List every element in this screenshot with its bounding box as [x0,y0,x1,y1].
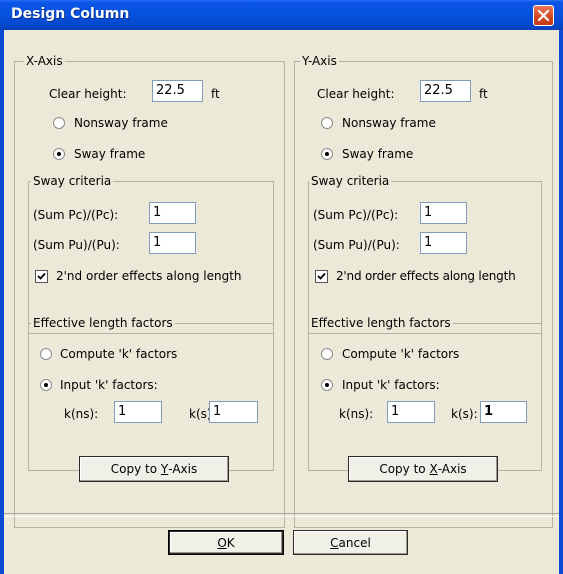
x-clear-height-input[interactable]: 22.5 [152,80,203,102]
copy-to-y-axis-button[interactable]: Copy to Y-Axis [79,456,229,482]
x-sum-pu-label: (Sum Pu)/(Pu): [33,238,120,252]
x-sway-criteria-label: Sway criteria [31,174,114,188]
y-kns-input[interactable]: 1 [387,401,435,423]
x-sway-label[interactable]: Sway frame [74,147,145,161]
x-clear-height-label: Clear height: [49,87,127,101]
y-sum-pc-input[interactable]: 1 [420,202,467,224]
x-nonsway-radio[interactable] [53,117,65,129]
ok-button[interactable]: OK [168,530,284,555]
cancel-button[interactable]: Cancel [293,530,408,555]
x-kns-label: k(ns): [64,407,99,421]
y-nonsway-label[interactable]: Nonsway frame [342,116,436,130]
dialog-client-area: X-Axis Clear height: 22.5 ft Nonsway fra… [4,30,559,574]
y-input-k-label[interactable]: Input 'k' factors: [342,378,440,392]
x-kns-input[interactable]: 1 [114,401,162,423]
x-input-k-radio[interactable] [40,379,52,391]
y-effective-length-label: Effective length factors [309,316,453,330]
y-effective-length-group [308,323,542,471]
y-second-order-label[interactable]: 2'nd order effects along length [336,269,516,283]
footer-separator [4,513,559,517]
x-clear-height-unit: ft [211,87,220,101]
x-second-order-label[interactable]: 2'nd order effects along length [56,269,242,283]
y-compute-k-radio[interactable] [321,348,333,360]
cancel-button-label: Cancel [330,536,371,550]
copy-to-y-axis-label: Copy to Y-Axis [110,462,198,476]
y-sway-label[interactable]: Sway frame [342,147,413,161]
title-bar[interactable]: Design Column [0,0,563,30]
y-sway-radio[interactable] [321,148,333,160]
x-compute-k-radio[interactable] [40,348,52,360]
y-axis-group-label: Y-Axis [300,54,339,68]
y-kns-label: k(ns): [339,407,374,421]
copy-to-x-axis-button[interactable]: Copy to X-Axis [348,456,498,482]
y-sum-pc-label: (Sum Pc)/(Pc): [313,208,399,222]
y-clear-height-unit: ft [479,87,488,101]
y-clear-height-label: Clear height: [317,87,395,101]
y-compute-k-label[interactable]: Compute 'k' factors [342,347,459,361]
x-ks-input[interactable]: 1 [209,401,258,423]
x-input-k-label[interactable]: Input 'k' factors: [60,378,158,392]
x-axis-group-label: X-Axis [24,54,65,68]
y-clear-height-input[interactable]: 22.5 [420,80,471,102]
y-ks-label: k(s): [451,407,478,421]
y-second-order-checkbox[interactable] [315,270,328,283]
x-nonsway-label[interactable]: Nonsway frame [74,116,168,130]
x-second-order-checkbox[interactable] [35,270,48,283]
x-sum-pc-input[interactable]: 1 [149,202,196,224]
y-sway-criteria-label: Sway criteria [309,174,392,188]
checkmark-icon [317,272,326,280]
close-button[interactable] [533,5,554,26]
x-sway-radio[interactable] [53,148,65,160]
checkmark-icon [37,272,46,280]
window-frame-right [559,30,563,574]
y-sum-pu-label: (Sum Pu)/(Pu): [313,238,400,252]
y-input-k-radio[interactable] [321,379,333,391]
x-compute-k-label[interactable]: Compute 'k' factors [60,347,177,361]
close-icon [537,9,550,22]
x-effective-length-label: Effective length factors [31,316,175,330]
copy-to-x-axis-label: Copy to X-Axis [379,462,467,476]
y-ks-input[interactable]: 1 [480,401,527,423]
design-column-dialog: Design Column X-Axis Clear height: 22.5 … [0,0,563,574]
x-effective-length-group [28,323,274,471]
y-nonsway-radio[interactable] [321,117,333,129]
ok-button-label: OK [217,536,235,550]
y-sum-pu-input[interactable]: 1 [420,232,467,254]
x-sum-pc-label: (Sum Pc)/(Pc): [33,208,119,222]
x-sum-pu-input[interactable]: 1 [149,232,196,254]
window-title: Design Column [11,6,130,22]
